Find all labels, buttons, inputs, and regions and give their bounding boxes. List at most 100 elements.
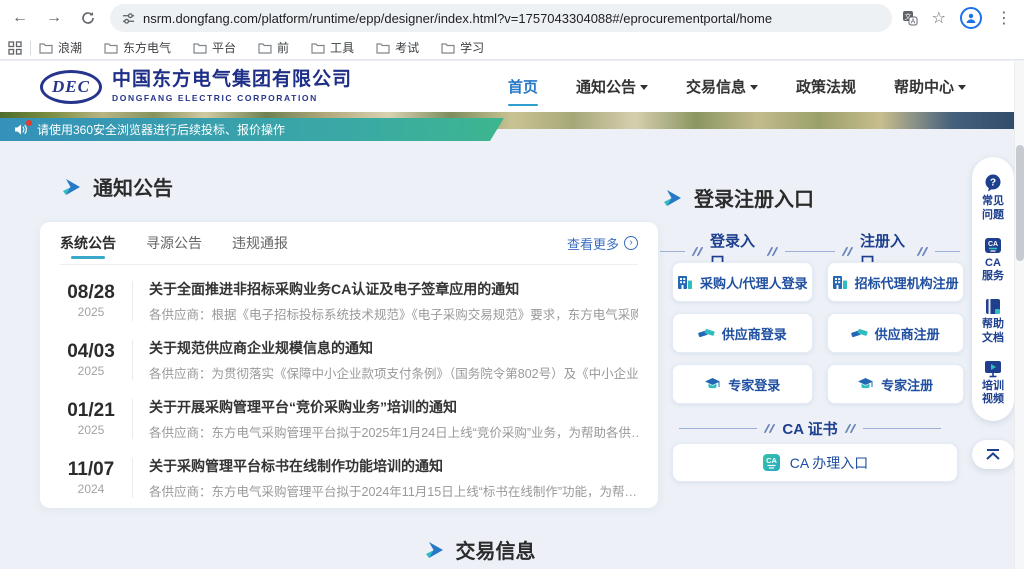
sidebar-item-label: 培训视频 bbox=[982, 380, 1004, 408]
announcements-tabs: 系统公告 寻源公告 违规通报 查看更多 › bbox=[60, 222, 638, 265]
date-block: 01/21 2025 bbox=[60, 400, 122, 437]
building-icon bbox=[832, 275, 848, 290]
scrollbar-track[interactable] bbox=[1014, 61, 1024, 569]
company-name-en: DONGFANG ELECTRIC CORPORATION bbox=[112, 93, 352, 103]
tab-violation-reports[interactable]: 违规通报 bbox=[232, 222, 288, 264]
bookmark-label: 工具 bbox=[330, 39, 354, 56]
ca-subheader-text: CA 证书 bbox=[782, 418, 837, 439]
tab-label: 违规通报 bbox=[232, 233, 288, 253]
tab-sourcing-announcements[interactable]: 寻源公告 bbox=[146, 222, 202, 264]
nav-item-trade-info[interactable]: 交易信息 bbox=[686, 61, 758, 112]
expert-register-button[interactable]: 专家注册 bbox=[827, 364, 964, 404]
date-block: 04/03 2025 bbox=[60, 341, 122, 378]
section-arrow-icon bbox=[425, 541, 445, 559]
announcement-title: 关于全面推进非招标采购业务CA认证及电子签章应用的通知 bbox=[149, 279, 638, 299]
date-year: 2024 bbox=[60, 482, 122, 496]
sidebar-item-training-videos[interactable]: 培训视频 bbox=[972, 354, 1014, 416]
browser-menu-icon[interactable]: ⋮ bbox=[996, 8, 1012, 28]
bookmark-folder-6[interactable]: 学习 bbox=[441, 39, 484, 56]
collapse-up-icon bbox=[984, 448, 1002, 461]
decorative-slashes bbox=[847, 424, 854, 433]
date-month-day: 01/21 bbox=[60, 400, 122, 423]
folder-icon bbox=[441, 42, 455, 54]
nav-label: 帮助中心 bbox=[894, 76, 954, 97]
nav-item-help-center[interactable]: 帮助中心 bbox=[894, 61, 966, 112]
video-icon bbox=[983, 360, 1003, 378]
buyer-agent-login-button[interactable]: 采购人/代理人登录 bbox=[672, 262, 813, 302]
chevron-down-icon bbox=[640, 85, 648, 90]
svg-text:CA: CA bbox=[766, 456, 777, 465]
date-year: 2025 bbox=[60, 305, 122, 319]
announcement-text: 关于全面推进非招标采购业务CA认证及电子签章应用的通知 各供应商：根据《电子招标… bbox=[149, 279, 638, 323]
browser-toolbar: ← → nsrm.dongfang.com/platform/runtime/e… bbox=[0, 0, 1024, 36]
bookmark-folder-1[interactable]: 东方电气 bbox=[104, 39, 171, 56]
folder-icon bbox=[193, 42, 207, 54]
tab-label: 系统公告 bbox=[60, 233, 116, 253]
nav-item-announcements[interactable]: 通知公告 bbox=[576, 61, 648, 112]
entry-button-label: 供应商注册 bbox=[875, 324, 940, 343]
chevron-down-icon bbox=[750, 85, 758, 90]
bookmark-label: 考试 bbox=[395, 39, 419, 56]
bookmark-folder-5[interactable]: 考试 bbox=[376, 39, 419, 56]
bookmark-label: 平台 bbox=[212, 39, 236, 56]
date-block: 08/28 2025 bbox=[60, 282, 122, 319]
site-settings-icon bbox=[122, 12, 135, 25]
scrollbar-thumb[interactable] bbox=[1016, 145, 1024, 261]
sidebar-item-ca-service[interactable]: CA CA服务 bbox=[972, 231, 1014, 293]
divider bbox=[132, 281, 133, 321]
profile-avatar[interactable] bbox=[960, 7, 982, 29]
bidding-agency-register-button[interactable]: 招标代理机构注册 bbox=[827, 262, 964, 302]
apps-grid-icon[interactable] bbox=[8, 41, 22, 55]
view-more-label: 查看更多 bbox=[567, 234, 619, 253]
ca-icon: CA bbox=[983, 237, 1003, 255]
sidebar-item-faq[interactable]: ? 常见问题 bbox=[972, 167, 1014, 231]
view-more-link[interactable]: 查看更多 › bbox=[567, 234, 638, 253]
ca-apply-button[interactable]: CA CA 办理入口 bbox=[672, 443, 958, 482]
bookmark-folder-0[interactable]: 浪潮 bbox=[39, 39, 82, 56]
decorative-slashes bbox=[694, 247, 701, 256]
sidebar-item-label: 常见问题 bbox=[982, 195, 1004, 223]
tab-label: 寻源公告 bbox=[146, 233, 202, 253]
supplier-login-button[interactable]: 供应商登录 bbox=[672, 313, 813, 353]
back-button[interactable]: ← bbox=[6, 4, 34, 32]
bookmark-folder-2[interactable]: 平台 bbox=[193, 39, 236, 56]
back-to-top-button[interactable] bbox=[972, 440, 1014, 469]
tab-system-announcements[interactable]: 系统公告 bbox=[60, 222, 116, 264]
decorative-line bbox=[660, 251, 685, 252]
reload-button[interactable] bbox=[74, 4, 102, 32]
announcement-excerpt: 各供应商：为贯彻落实《保障中小企业款项支付条例》（国务院令第802号）及《中小企… bbox=[149, 363, 638, 382]
main-nav: 首页 通知公告 交易信息 政策法规 帮助中心 bbox=[508, 61, 966, 112]
list-item[interactable]: 01/21 2025 关于开展采购管理平台“竞价采购业务”培训的通知 各供应商：… bbox=[60, 389, 638, 448]
nav-item-home[interactable]: 首页 bbox=[508, 61, 538, 112]
list-item[interactable]: 04/03 2025 关于规范供应商企业规模信息的通知 各供应商：为贯彻落实《保… bbox=[60, 330, 638, 389]
forward-button[interactable]: → bbox=[40, 4, 68, 32]
translate-icon[interactable]: 文A bbox=[902, 10, 918, 26]
sidebar-item-help-docs[interactable]: 帮助文档 bbox=[972, 292, 1014, 354]
folder-icon bbox=[376, 42, 390, 54]
section-arrow-icon bbox=[62, 178, 82, 196]
date-year: 2025 bbox=[60, 364, 122, 378]
bookmark-folder-3[interactable]: 前 bbox=[258, 39, 289, 56]
nav-label: 通知公告 bbox=[576, 76, 636, 97]
decorative-line bbox=[679, 428, 757, 429]
supplier-register-button[interactable]: 供应商注册 bbox=[827, 313, 964, 353]
company-logo[interactable]: DEC 中国东方电气集团有限公司 DONGFANG ELECTRIC CORPO… bbox=[40, 70, 352, 104]
section-title-text: 通知公告 bbox=[93, 172, 173, 201]
bookmark-star-icon[interactable]: ☆ bbox=[932, 8, 946, 28]
url-input[interactable]: nsrm.dongfang.com/platform/runtime/epp/d… bbox=[110, 4, 892, 32]
bookmark-label: 东方电气 bbox=[123, 39, 171, 56]
divider bbox=[132, 340, 133, 380]
chevron-right-circle-icon: › bbox=[624, 236, 638, 250]
list-item[interactable]: 11/07 2024 关于采购管理平台标书在线制作功能培训的通知 各供应商：东方… bbox=[60, 448, 638, 507]
folder-icon bbox=[258, 42, 272, 54]
handshake-icon bbox=[851, 326, 868, 340]
nav-item-policies[interactable]: 政策法规 bbox=[796, 61, 856, 112]
list-item[interactable]: 08/28 2025 关于全面推进非招标采购业务CA认证及电子签章应用的通知 各… bbox=[60, 271, 638, 330]
announcement-title: 关于采购管理平台标书在线制作功能培训的通知 bbox=[149, 456, 637, 476]
bookmark-folder-4[interactable]: 工具 bbox=[311, 39, 354, 56]
chevron-down-icon bbox=[958, 85, 966, 90]
expert-login-button[interactable]: 专家登录 bbox=[672, 364, 813, 404]
entry-button-label: 采购人/代理人登录 bbox=[700, 273, 808, 292]
svg-text:A: A bbox=[910, 19, 915, 26]
notification-dot bbox=[26, 120, 32, 126]
